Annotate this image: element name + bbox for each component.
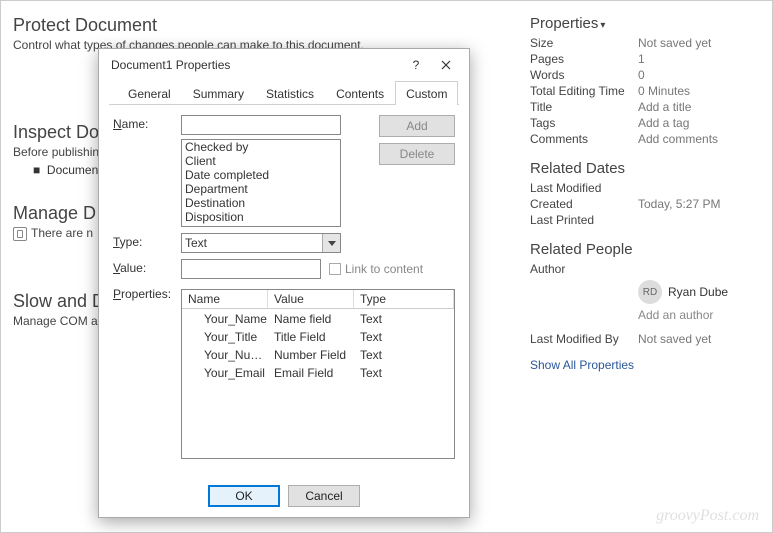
tab-contents[interactable]: Contents [325, 81, 395, 105]
prop-value[interactable]: Not saved yet [638, 36, 711, 50]
dialog-title: Document1 Properties [111, 58, 401, 72]
name-input[interactable] [181, 115, 341, 135]
date-value: Today, 5:27 PM [638, 197, 721, 211]
help-button[interactable]: ? [401, 53, 431, 77]
avatar: RD [638, 280, 662, 304]
prop-label: Words [530, 68, 638, 82]
add-author[interactable]: Add an author [638, 308, 758, 322]
delete-button[interactable]: Delete [379, 143, 455, 165]
related-people-heading: Related People [530, 241, 758, 258]
list-item[interactable]: Department [182, 182, 340, 196]
properties-dialog: Document1 Properties ? GeneralSummarySta… [98, 48, 470, 518]
close-icon [441, 60, 451, 70]
list-item[interactable]: Destination [182, 196, 340, 210]
date-label: Created [530, 197, 638, 211]
lastmodby-value: Not saved yet [638, 332, 711, 346]
tab-summary[interactable]: Summary [182, 81, 255, 105]
tab-general[interactable]: General [117, 81, 182, 105]
prop-label: Comments [530, 132, 638, 146]
prop-value[interactable]: Add a title [638, 100, 691, 114]
name-label: Name: [113, 115, 181, 131]
lastmodby-label: Last Modified By [530, 332, 638, 346]
list-item[interactable]: Date completed [182, 168, 340, 182]
table-row[interactable]: Your_TitleTitle FieldText [182, 328, 454, 346]
ok-button[interactable]: OK [208, 485, 280, 507]
tab-custom[interactable]: Custom [395, 81, 458, 105]
author-name: Ryan Dube [668, 285, 728, 299]
prop-value[interactable]: 0 Minutes [638, 84, 690, 98]
date-label: Last Printed [530, 213, 638, 227]
table-row[interactable]: Your_Nu…Number FieldText [182, 346, 454, 364]
type-label: Type: [113, 233, 181, 249]
document-icon [13, 227, 27, 241]
col-value[interactable]: Value [268, 290, 354, 309]
cancel-button[interactable]: Cancel [288, 485, 360, 507]
author-label: Author [530, 262, 638, 276]
properties-heading[interactable]: Properties▾ [530, 15, 758, 32]
prop-value[interactable]: 0 [638, 68, 645, 82]
protect-title: Protect Document [13, 15, 510, 36]
date-label: Last Modified [530, 181, 638, 195]
value-label: Value: [113, 259, 181, 275]
type-select[interactable]: Text [181, 233, 341, 253]
col-name[interactable]: Name [182, 290, 268, 309]
show-all-properties[interactable]: Show All Properties [530, 358, 634, 372]
prop-label: Title [530, 100, 638, 114]
prop-value[interactable]: 1 [638, 52, 645, 66]
properties-label: Properties: [113, 285, 181, 301]
chevron-down-icon: ▾ [600, 20, 605, 31]
watermark: groovyPost.com [656, 507, 759, 525]
list-item[interactable]: Checked by [182, 140, 340, 154]
list-item[interactable]: Client [182, 154, 340, 168]
prop-value[interactable]: Add a tag [638, 116, 689, 130]
value-input[interactable] [181, 259, 321, 279]
table-row[interactable]: Your_EmailEmail FieldText [182, 364, 454, 382]
name-suggestions[interactable]: Checked byClientDate completedDepartment… [181, 139, 341, 227]
col-type[interactable]: Type [354, 290, 454, 309]
prop-value[interactable]: Add comments [638, 132, 718, 146]
add-button[interactable]: Add [379, 115, 455, 137]
chevron-down-icon [322, 234, 340, 252]
prop-label: Size [530, 36, 638, 50]
properties-table[interactable]: Name Value Type Your_NameName fieldTextY… [181, 289, 455, 459]
tab-statistics[interactable]: Statistics [255, 81, 325, 105]
prop-label: Total Editing Time [530, 84, 638, 98]
link-to-content-checkbox[interactable]: Link to content [329, 262, 423, 276]
author-entry[interactable]: RD Ryan Dube [638, 280, 758, 304]
list-item[interactable]: Disposition [182, 210, 340, 224]
related-dates-heading: Related Dates [530, 160, 758, 177]
close-button[interactable] [431, 53, 461, 77]
prop-label: Pages [530, 52, 638, 66]
prop-label: Tags [530, 116, 638, 130]
table-row[interactable]: Your_NameName fieldText [182, 310, 454, 328]
